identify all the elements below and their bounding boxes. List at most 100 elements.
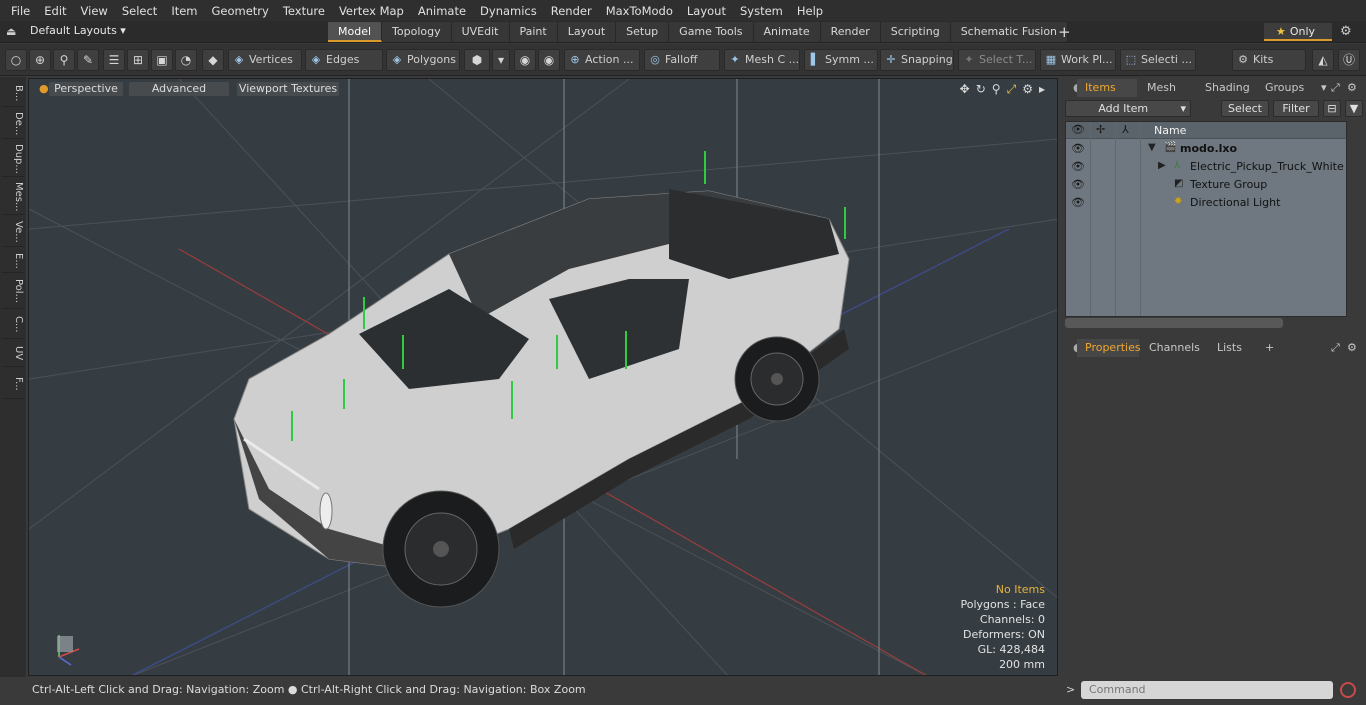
3d-viewport[interactable]: ● Perspective Advanced Viewport Textures…	[28, 78, 1058, 676]
advanced-dropdown[interactable]: Advanced	[129, 82, 229, 96]
command-history-arrow-icon[interactable]: >	[1066, 683, 1075, 696]
polygons-button[interactable]: ◈ Polygons	[386, 49, 460, 71]
collapse-icon[interactable]: ⊟	[1323, 100, 1341, 117]
tab-game-tools[interactable]: Game Tools	[669, 22, 754, 42]
tab-properties[interactable]: Properties	[1077, 339, 1141, 357]
menu-geometry[interactable]: Geometry	[205, 4, 276, 18]
panel-settings-gear-icon[interactable]: ⚙	[1339, 79, 1365, 97]
layout-settings-gear-icon[interactable]: ⚙	[1340, 24, 1352, 39]
tab-setup[interactable]: Setup	[616, 22, 670, 42]
expand-arrow-icon[interactable]: ▶	[1158, 160, 1166, 171]
pen-tool-icon[interactable]: ⚲	[53, 49, 75, 71]
menu-edit[interactable]: Edit	[37, 4, 73, 18]
tree-row-modo-lxo[interactable]: 👁 ▼ 🎬 modo.lxo	[1066, 140, 1346, 158]
left-tab-deform[interactable]: De...	[2, 109, 24, 139]
tab-groups[interactable]: Groups	[1257, 79, 1313, 97]
visibility-eye-icon[interactable]: 👁	[1071, 160, 1085, 173]
left-tab-uv[interactable]: UV	[2, 341, 24, 367]
menu-texture[interactable]: Texture	[276, 4, 332, 18]
circle-select-icon[interactable]: ○	[5, 49, 27, 71]
tab-animate[interactable]: Animate	[753, 22, 821, 42]
command-input[interactable]: Command	[1081, 681, 1333, 699]
menu-help[interactable]: Help	[790, 4, 830, 18]
snapping-button[interactable]: ✛ Snapping	[880, 49, 954, 71]
viewport-menu-dot[interactable]: ●	[39, 82, 49, 96]
left-tab-edge[interactable]: E...	[2, 249, 24, 273]
filter-button[interactable]: Filter	[1273, 100, 1319, 117]
menu-render[interactable]: Render	[544, 4, 599, 18]
material-mode-icon[interactable]: ⬢	[464, 49, 490, 71]
kits-button[interactable]: ⚙ Kits	[1232, 49, 1306, 71]
record-macro-icon[interactable]	[1340, 682, 1356, 698]
menu-select[interactable]: Select	[115, 4, 164, 18]
tab-uvedit[interactable]: UVEdit	[451, 22, 510, 42]
funnel-filter-icon[interactable]: ▼	[1345, 100, 1363, 117]
add-panel-tab-icon[interactable]: +	[1257, 339, 1282, 357]
tab-render[interactable]: Render	[820, 22, 881, 42]
brush-icon[interactable]: ✎	[77, 49, 99, 71]
menu-layout[interactable]: Layout	[680, 4, 733, 18]
tab-items[interactable]: Items	[1077, 79, 1137, 97]
expand-arrow-icon[interactable]: ▼	[1148, 142, 1156, 153]
tab-scripting[interactable]: Scripting	[880, 22, 951, 42]
material-dropdown-chevron-icon[interactable]: ▾	[492, 49, 510, 71]
panel-settings-gear-icon[interactable]: ⚙	[1339, 339, 1365, 357]
left-tab-fusion[interactable]: F...	[2, 369, 24, 399]
unreal-icon[interactable]: Ⓤ	[1338, 49, 1360, 71]
tab-topology[interactable]: Topology	[382, 22, 452, 42]
add-item-button[interactable]: Add Item ▾	[1065, 100, 1191, 117]
left-tab-duplicate[interactable]: Dup...	[2, 141, 24, 177]
menu-maxtomodo[interactable]: MaxToModo	[599, 4, 680, 18]
symmetry-button[interactable]: ▌ Symm ...	[804, 49, 878, 71]
edges-button[interactable]: ◈ Edges	[305, 49, 383, 71]
action-center-button[interactable]: ⊕ Action ...	[564, 49, 640, 71]
tab-schematic-fusion[interactable]: Schematic Fusion	[950, 22, 1069, 42]
pan-icon[interactable]: ✥	[960, 82, 970, 97]
vertices-button[interactable]: ◈ Vertices	[228, 49, 302, 71]
tree-row-texture-group[interactable]: 👁 ◩ Texture Group	[1066, 176, 1346, 194]
add-tab-icon[interactable]: +	[1058, 23, 1071, 41]
viewport-expand-arrow-icon[interactable]: ▸	[1039, 82, 1045, 97]
unity-icon[interactable]: ◭	[1312, 49, 1334, 71]
only-toggle[interactable]: ★ Only	[1264, 23, 1332, 41]
visibility-eye-icon[interactable]: 👁	[1071, 142, 1085, 155]
truck-model[interactable]	[233, 189, 850, 608]
left-tab-basic[interactable]: B...	[2, 81, 24, 107]
work-plane-button[interactable]: ▦ Work Pl...	[1040, 49, 1116, 71]
center-icon[interactable]: ⊞	[127, 49, 149, 71]
rotate-icon[interactable]: ◔	[175, 49, 197, 71]
default-layouts-dropdown[interactable]: Default Layouts ▾	[30, 24, 126, 40]
visibility-eye-icon[interactable]: 👁	[1071, 196, 1085, 209]
name-column-header[interactable]: Name	[1154, 124, 1186, 137]
item-mode-icon[interactable]: ◆	[202, 49, 224, 71]
menu-file[interactable]: File	[4, 4, 37, 18]
menu-system[interactable]: System	[733, 4, 790, 18]
tab-mesh-ops[interactable]: Mesh ...	[1139, 79, 1195, 112]
left-tab-polygon[interactable]: Pol...	[2, 275, 24, 309]
perspective-dropdown[interactable]: Perspective	[49, 82, 123, 96]
tab-channels[interactable]: Channels	[1141, 339, 1201, 357]
tab-layout[interactable]: Layout	[557, 22, 617, 42]
tab-model[interactable]: Model	[328, 22, 383, 42]
item-list-scrollbar[interactable]	[1065, 318, 1283, 328]
menu-view[interactable]: View	[74, 4, 115, 18]
viewport-settings-gear-icon[interactable]: ⚙	[1022, 82, 1033, 97]
falloff-button[interactable]: ◎ Falloff	[644, 49, 720, 71]
viewport-textures-dropdown[interactable]: Viewport Textures	[237, 82, 339, 96]
align-icon[interactable]: ☰	[103, 49, 125, 71]
menu-vertex-map[interactable]: Vertex Map	[332, 4, 411, 18]
globe-icon[interactable]: ⊕	[29, 49, 51, 71]
layout-home-icon[interactable]: ⏏	[6, 25, 20, 39]
orbit-icon[interactable]: ↻	[976, 82, 986, 97]
selection-sets-button[interactable]: ⬚ Selecti ...	[1120, 49, 1196, 71]
snap-toggle-icon[interactable]: ◉	[514, 49, 536, 71]
tree-row-truck-mesh[interactable]: 👁 ▶ ⅄ Electric_Pickup_Truck_White	[1066, 158, 1346, 176]
tab-shading[interactable]: Shading	[1197, 79, 1255, 97]
left-tab-curve[interactable]: C...	[2, 311, 24, 339]
left-tab-mesh[interactable]: Mes...	[2, 179, 24, 215]
select-through-button[interactable]: ✦ Select T...	[958, 49, 1036, 71]
left-tab-vertex[interactable]: Ve...	[2, 217, 24, 247]
visibility-eye-icon[interactable]: 👁	[1071, 178, 1085, 191]
mesh-constraints-button[interactable]: ✦ Mesh C ...	[724, 49, 800, 71]
frame-icon[interactable]: ▣	[151, 49, 173, 71]
